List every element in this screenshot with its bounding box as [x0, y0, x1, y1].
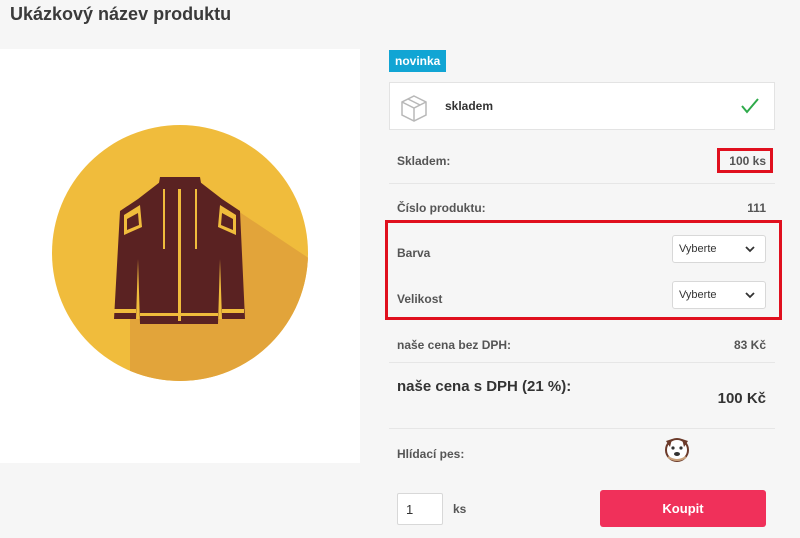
divider: [389, 183, 775, 184]
chevron-down-icon: [745, 292, 755, 299]
price-with-vat-value: 100 Kč: [717, 390, 766, 407]
availability-label: skladem: [445, 99, 494, 113]
price-with-vat-label: naše cena s DPH (21 %):: [397, 378, 572, 395]
new-badge: novinka: [389, 50, 447, 72]
divider: [389, 428, 775, 429]
size-select[interactable]: Vyberte: [672, 281, 766, 309]
package-icon: [401, 95, 427, 122]
check-icon: [741, 98, 759, 114]
price-without-vat-label: naše cena bez DPH:: [397, 338, 512, 352]
product-image[interactable]: [0, 49, 360, 463]
watchdog-icon[interactable]: [660, 433, 694, 465]
stock-highlight: [717, 148, 773, 173]
color-select[interactable]: Vyberte: [672, 235, 766, 263]
color-select-value: Vyberte: [679, 243, 717, 255]
size-select-value: Vyberte: [679, 289, 717, 301]
quantity-unit: ks: [453, 502, 467, 516]
product-code-label: Číslo produktu:: [397, 201, 486, 215]
quantity-input[interactable]: [397, 493, 443, 525]
size-label: Velikost: [397, 292, 443, 306]
product-code-value: 111: [747, 201, 766, 215]
jacket-icon: [52, 125, 308, 381]
price-without-vat-value: 83 Kč: [733, 338, 766, 352]
watchdog-label: Hlídací pes:: [397, 447, 465, 461]
stock-label: Skladem:: [397, 154, 451, 168]
color-label: Barva: [397, 246, 431, 260]
availability-box: skladem: [389, 82, 775, 130]
buy-button[interactable]: Koupit: [600, 490, 766, 527]
divider: [389, 362, 775, 363]
chevron-down-icon: [745, 246, 755, 253]
product-title: Ukázkový název produktu: [10, 4, 232, 24]
